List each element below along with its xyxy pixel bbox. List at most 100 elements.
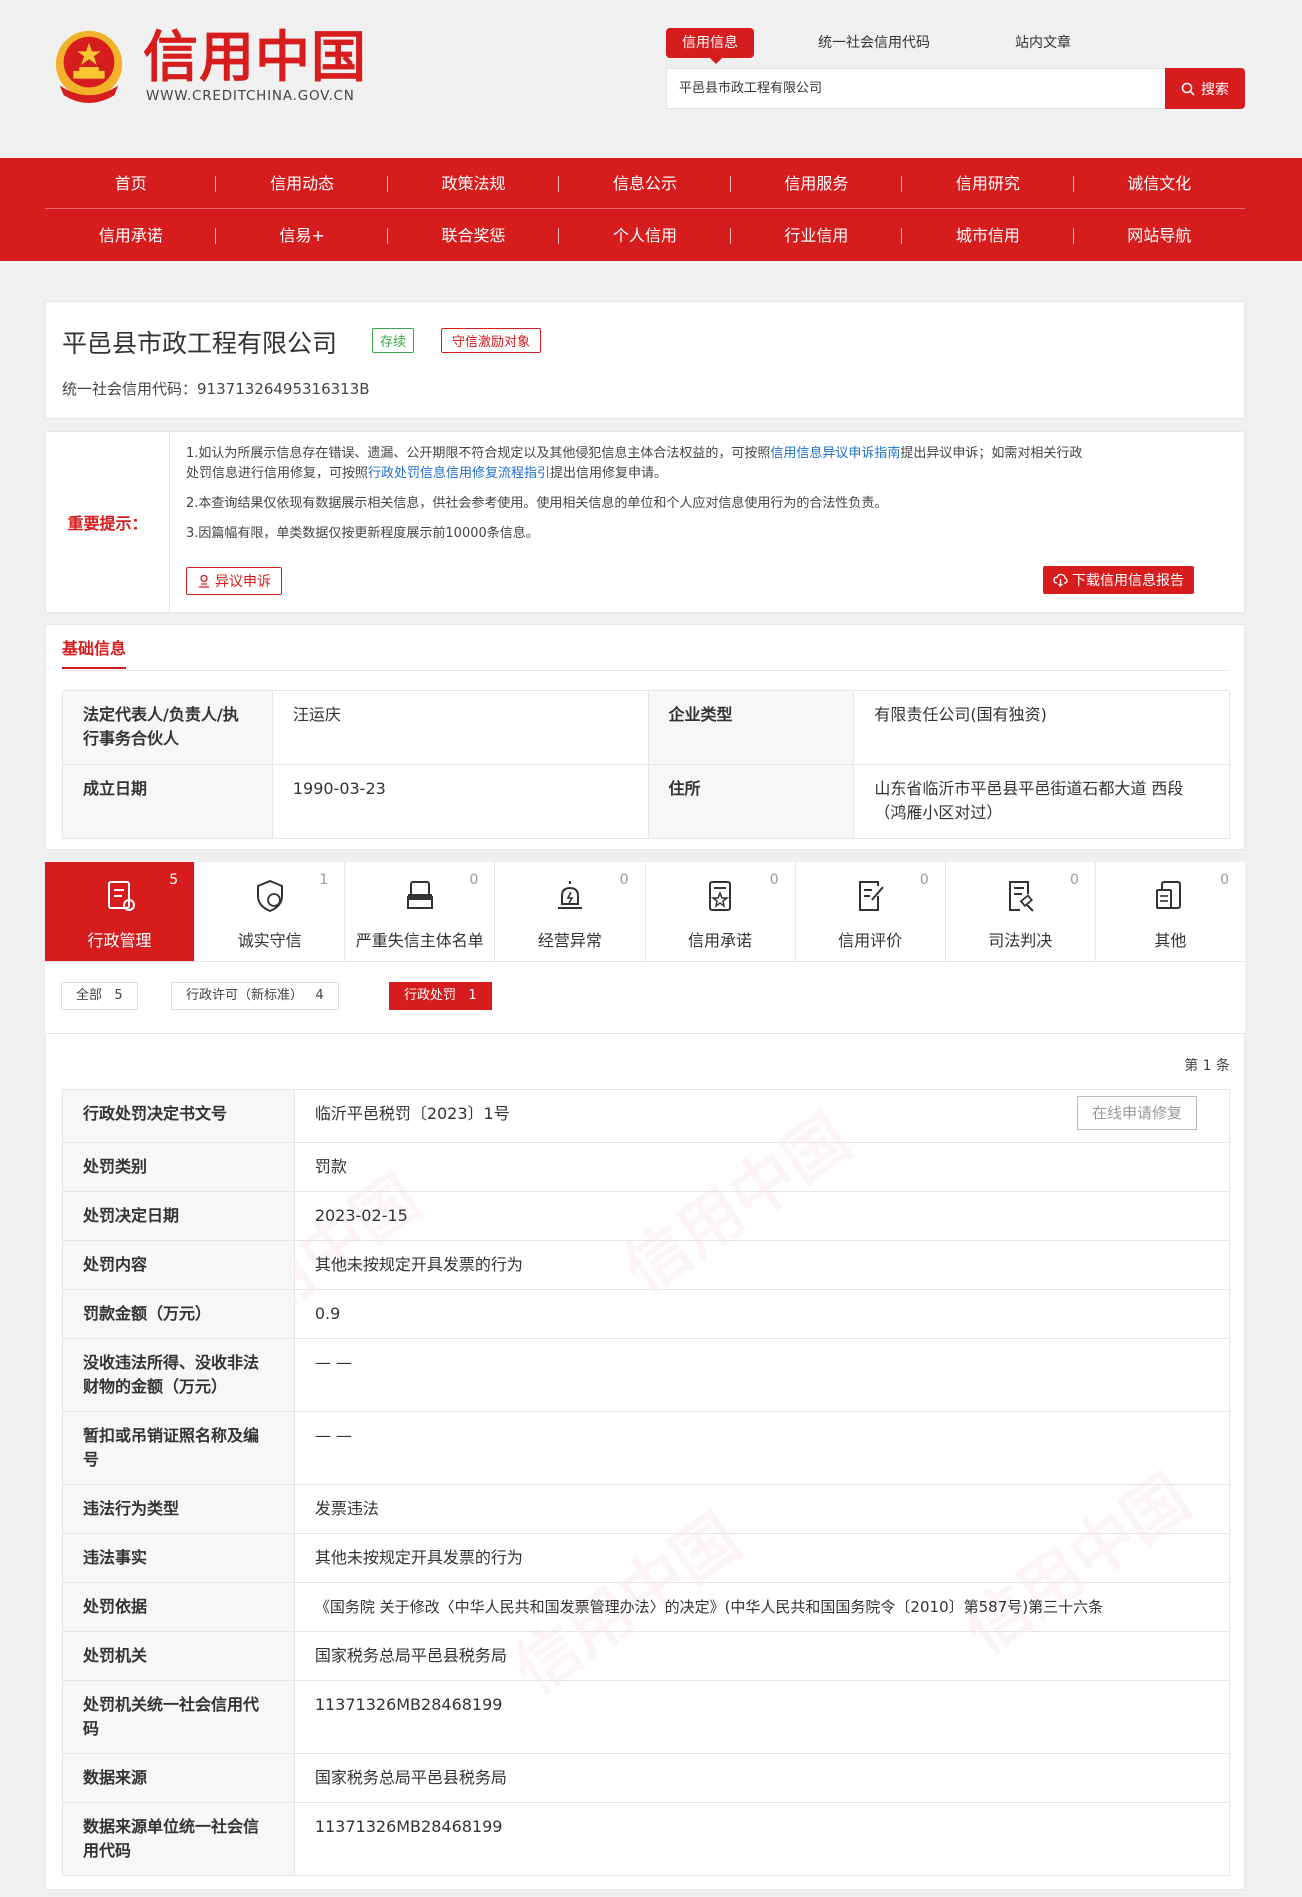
nav-item[interactable]: 联合奖惩 bbox=[388, 210, 560, 261]
nav-item[interactable]: 信息公示 bbox=[559, 158, 732, 208]
nav-row-1: 首页 信用动态 政策法规 信息公示 信用服务 信用研究 诚信文化 bbox=[45, 158, 1245, 209]
notice-text: 处罚信息进行信用修复，可按照 bbox=[186, 466, 369, 481]
tab-label: 司法判决 bbox=[988, 931, 1053, 950]
credit-code-label: 统一社会信用代码： bbox=[62, 380, 198, 398]
search-tab-credit-info[interactable]: 信用信息 bbox=[666, 28, 754, 64]
nav-item[interactable]: 首页 bbox=[45, 158, 217, 208]
field-value: 《国务院 关于修改〈中华人民共和国发票管理办法〉的决定》(中华人民共和国国务院令… bbox=[293, 1582, 1231, 1632]
search-tab-unified-code[interactable]: 统一社会信用代码 bbox=[818, 28, 930, 58]
tab-label: 诚实守信 bbox=[237, 931, 302, 950]
field-value: 山东省临沂市平邑县平邑街道石都大道 西段（鸿雁小区对过） bbox=[853, 764, 1230, 839]
tab-label: 行政管理 bbox=[87, 931, 152, 950]
subtab-label: 全部 bbox=[76, 988, 103, 1003]
tab-dishonest[interactable]: 0 严重失信主体名单 bbox=[345, 862, 496, 961]
notice-line-2: 2.本查询结果仅依现有数据展示相关信息，供社会参考使用。使用相关信息的单位和个人… bbox=[186, 496, 888, 511]
field-label: 处罚类别 bbox=[62, 1142, 295, 1192]
credit-code: 统一社会信用代码：91371326495316313B bbox=[62, 378, 370, 399]
search-input[interactable]: 平邑县市政工程有限公司 bbox=[666, 68, 1165, 109]
tab-promise[interactable]: 0 信用承诺 bbox=[646, 862, 796, 961]
field-label: 成立日期 bbox=[62, 764, 273, 839]
notice-text: 提出异议申诉；如需对相关行政 bbox=[900, 446, 1083, 461]
category-tabs: 5 行政管理 1 诚实守信 0 严重失信主体名单 0 经营异常 0 信用承诺 0… bbox=[45, 862, 1245, 962]
field-label: 违法行为类型 bbox=[62, 1484, 295, 1534]
main-nav: 首页 信用动态 政策法规 信息公示 信用服务 信用研究 诚信文化 信用承诺 信易… bbox=[0, 158, 1302, 261]
tab-count: 0 bbox=[1069, 872, 1079, 888]
subtab-label: 行政处罚 bbox=[404, 988, 457, 1003]
nav-item[interactable]: 信用动态 bbox=[216, 158, 389, 208]
search-button[interactable]: 搜索 bbox=[1165, 68, 1245, 109]
field-value: 11371326MB28468199 bbox=[293, 1680, 1231, 1754]
nav-item[interactable]: 信易+ bbox=[216, 210, 389, 261]
field-label: 企业类型 bbox=[647, 690, 855, 765]
tab-count: 0 bbox=[619, 872, 629, 888]
notice-text: 1.如认为所展示信息存在错误、遗漏、公开期限不符合规定以及其他侵犯信息主体合法权… bbox=[186, 446, 771, 461]
field-label: 行政处罚决定书文号 bbox=[62, 1089, 295, 1143]
subtab-penalty[interactable]: 行政处罚 1 bbox=[389, 982, 492, 1010]
tab-abnormal[interactable]: 0 经营异常 bbox=[495, 862, 646, 961]
honest-shield-icon bbox=[256, 879, 283, 913]
table-row: 处罚类别 罚款 bbox=[62, 1142, 1231, 1192]
nav-item[interactable]: 诚信文化 bbox=[1074, 158, 1245, 208]
subtab-label: 行政许可（新标准） bbox=[186, 988, 304, 1003]
nav-item[interactable]: 政策法规 bbox=[388, 158, 560, 208]
field-value: 其他未按规定开具发票的行为 bbox=[293, 1240, 1231, 1290]
table-row: 处罚内容 其他未按规定开具发票的行为 bbox=[62, 1240, 1231, 1290]
field-value-cell: 临沂平邑税罚〔2023〕1号 在线申请修复 bbox=[293, 1089, 1231, 1143]
judge-doc-icon bbox=[1009, 881, 1035, 912]
subtab-all[interactable]: 全部 5 bbox=[61, 982, 138, 1010]
nav-row-2: 信用承诺 信易+ 联合奖惩 个人信用 行业信用 城市信用 网站导航 bbox=[45, 210, 1245, 261]
nav-item[interactable]: 个人信用 bbox=[559, 210, 732, 261]
tab-other[interactable]: 0 其他 bbox=[1096, 862, 1245, 961]
appeal-guide-link[interactable]: 信用信息异议申诉指南 bbox=[770, 446, 900, 461]
appeal-button-label: 异议申诉 bbox=[215, 574, 271, 590]
notice-panel: 重要提示： 1.如认为所展示信息存在错误、遗漏、公开期限不符合规定以及其他侵犯信… bbox=[45, 431, 1245, 613]
table-row: 处罚依据 《国务院 关于修改〈中华人民共和国发票管理办法〉的决定》(中华人民共和国… bbox=[62, 1582, 1231, 1632]
company-name: 平邑县市政工程有限公司 bbox=[62, 329, 338, 358]
field-label: 罚款金额（万元） bbox=[62, 1289, 295, 1339]
record-index: 第 1 条 bbox=[1184, 1058, 1230, 1074]
notice-line-3: 3.因篇幅有限，单类数据仅按更新程度展示前10000条信息。 bbox=[186, 526, 539, 541]
credit-code-value: 91371326495316313B bbox=[197, 380, 370, 398]
divider bbox=[62, 670, 1228, 671]
tab-count: 0 bbox=[919, 872, 929, 888]
subtab-count: 5 bbox=[114, 988, 123, 1003]
notice-line-1: 1.如认为所展示信息存在错误、遗漏、公开期限不符合规定以及其他侵犯信息主体合法权… bbox=[186, 444, 1226, 484]
basic-info-card: 基础信息 法定代表人/负责人/执行事务合伙人 汪运庆 企业类型 有限责任公司(国… bbox=[45, 624, 1245, 850]
repair-guide-link[interactable]: 行政处罚信息信用修复流程指引 bbox=[368, 466, 550, 481]
subtab-license[interactable]: 行政许可（新标准） 4 bbox=[171, 982, 339, 1010]
nav-item[interactable]: 行业信用 bbox=[731, 210, 903, 261]
promise-doc-icon bbox=[709, 881, 732, 911]
notice-text: 提出信用修复申请。 bbox=[550, 466, 668, 481]
tab-honest[interactable]: 1 诚实守信 bbox=[195, 862, 346, 961]
notice-label: 重要提示： bbox=[46, 432, 170, 612]
field-label: 数据来源 bbox=[62, 1753, 295, 1803]
field-value: 2023-02-15 bbox=[293, 1191, 1231, 1241]
table-row: 处罚决定日期 2023-02-15 bbox=[62, 1191, 1231, 1241]
sub-tabs: 全部 5 行政许可（新标准） 4 行政处罚 1 bbox=[45, 962, 1245, 1034]
table-row: 成立日期 1990-03-23 住所 山东省临沂市平邑县平邑街道石都大道 西段（… bbox=[62, 764, 1230, 839]
nav-item[interactable]: 信用承诺 bbox=[45, 210, 217, 261]
tab-evaluate[interactable]: 0 信用评价 bbox=[796, 862, 946, 961]
tab-label: 信用承诺 bbox=[688, 931, 753, 950]
tab-admin[interactable]: 5 行政管理 bbox=[45, 862, 196, 961]
field-label: 没收违法所得、没收非法财物的金额（万元） bbox=[62, 1338, 295, 1412]
search-tab-articles[interactable]: 站内文章 bbox=[1015, 28, 1071, 58]
nav-item[interactable]: 城市信用 bbox=[902, 210, 1074, 261]
appeal-button[interactable]: 异议申诉 bbox=[186, 567, 282, 595]
table-row: 处罚机关 国家税务总局平邑县税务局 bbox=[62, 1631, 1231, 1681]
download-report-button[interactable]: 下载信用信息报告 bbox=[1043, 566, 1194, 594]
alarm-icon bbox=[557, 881, 582, 909]
nav-item[interactable]: 网站导航 bbox=[1074, 210, 1245, 261]
nav-item[interactable]: 信用研究 bbox=[902, 158, 1074, 208]
apply-repair-button[interactable]: 在线申请修复 bbox=[1076, 1096, 1197, 1130]
tab-count: 1 bbox=[319, 872, 329, 888]
table-row: 违法行为类型 发票违法 bbox=[62, 1484, 1231, 1534]
field-value: 0.9 bbox=[293, 1289, 1231, 1339]
nav-item[interactable]: 信用服务 bbox=[731, 158, 903, 208]
tab-count: 5 bbox=[169, 872, 179, 888]
table-row: 没收违法所得、没收非法财物的金额（万元） — — bbox=[62, 1338, 1231, 1412]
site-logo-text[interactable]: 信用中国 bbox=[143, 26, 367, 88]
penalty-table: 行政处罚决定书文号 临沂平邑税罚〔2023〕1号 在线申请修复 处罚类别 罚款 处罚… bbox=[62, 1089, 1231, 1876]
table-row: 数据来源单位统一社会信用代码 11371326MB28468199 bbox=[62, 1802, 1231, 1876]
tab-judicial[interactable]: 0 司法判决 bbox=[946, 862, 1096, 961]
